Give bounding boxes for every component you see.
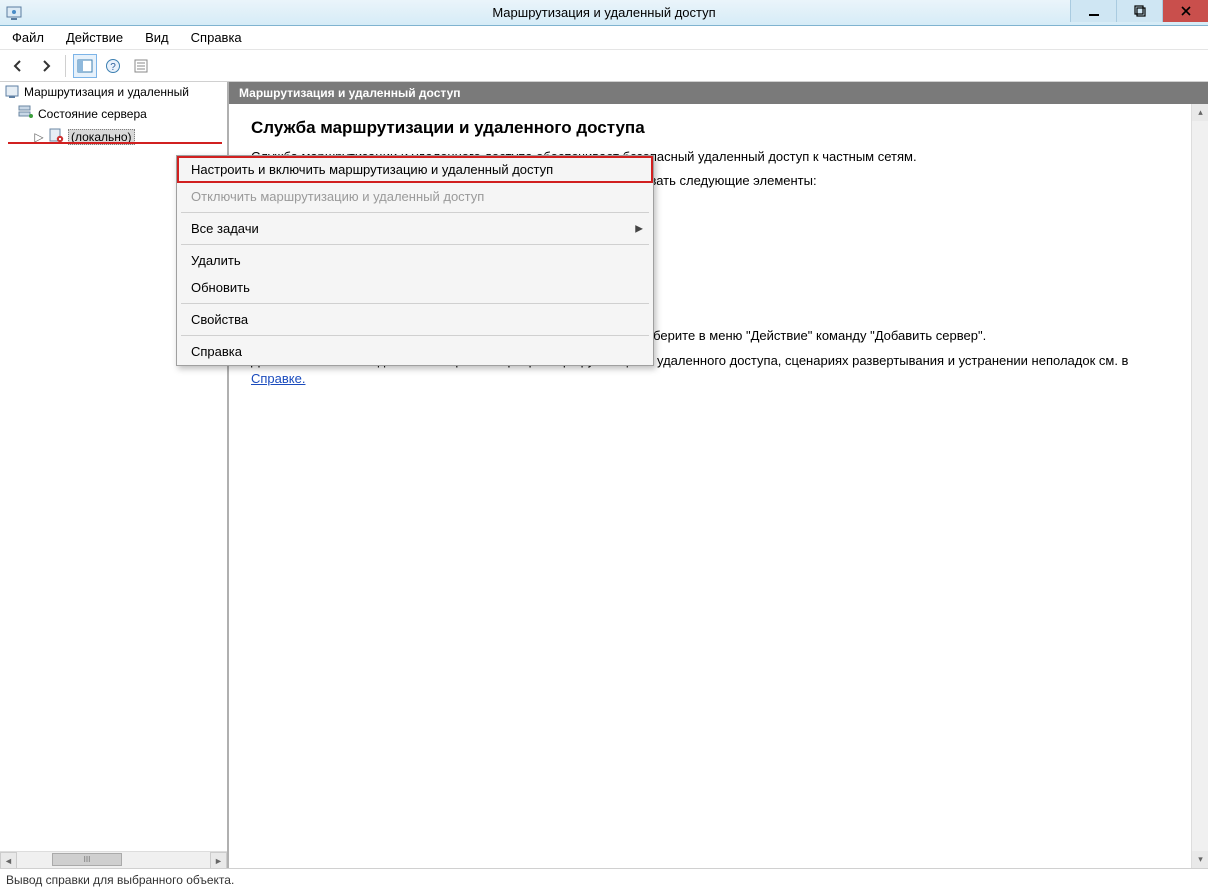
tree-node-server-status-label: Состояние сервера	[38, 107, 147, 121]
toolbar-separator	[65, 55, 66, 77]
help-button[interactable]: ?	[101, 54, 125, 78]
status-text: Вывод справки для выбранного объекта.	[6, 873, 234, 887]
menu-action[interactable]: Действие	[62, 28, 127, 47]
close-button[interactable]	[1162, 0, 1208, 22]
ctx-all-tasks[interactable]: Все задачи ▶	[177, 215, 653, 242]
tree-horizontal-scrollbar[interactable]: ◄ III ►	[0, 851, 227, 868]
annotation-underline	[8, 142, 222, 144]
back-button[interactable]	[6, 54, 30, 78]
app-icon	[6, 5, 22, 21]
ctx-separator	[181, 335, 649, 336]
ctx-configure-enable[interactable]: Настроить и включить маршрутизацию и уда…	[177, 156, 653, 183]
properties-button[interactable]	[129, 54, 153, 78]
status-bar: Вывод справки для выбранного объекта.	[0, 868, 1208, 890]
ctx-delete[interactable]: Удалить	[177, 247, 653, 274]
scroll-thumb[interactable]: III	[52, 853, 122, 866]
maximize-button[interactable]	[1116, 0, 1162, 22]
scroll-left-button[interactable]: ◄	[0, 852, 17, 868]
server-status-icon	[18, 104, 34, 123]
menu-help[interactable]: Справка	[187, 28, 246, 47]
window-controls	[1070, 0, 1208, 22]
ctx-properties[interactable]: Свойства	[177, 306, 653, 333]
ctx-separator	[181, 303, 649, 304]
content-vertical-scrollbar[interactable]: ▴ ▾	[1191, 104, 1208, 868]
forward-button[interactable]	[34, 54, 58, 78]
menu-view[interactable]: Вид	[141, 28, 173, 47]
tree-root-node[interactable]: Маршрутизация и удаленный	[0, 82, 227, 102]
svg-text:?: ?	[110, 62, 116, 73]
ctx-separator	[181, 244, 649, 245]
minimize-button[interactable]	[1070, 0, 1116, 22]
scroll-up-button[interactable]: ▴	[1192, 104, 1208, 121]
console-root-icon	[4, 83, 20, 102]
ctx-refresh[interactable]: Обновить	[177, 274, 653, 301]
menu-file[interactable]: Файл	[8, 28, 48, 47]
content-heading: Служба маршрутизации и удаленного доступ…	[251, 118, 1186, 138]
ctx-help[interactable]: Справка	[177, 338, 653, 365]
tree-node-server-status[interactable]: Состояние сервера	[0, 102, 227, 125]
context-menu: Настроить и включить маршрутизацию и уда…	[176, 155, 654, 366]
chevron-right-icon: ▶	[635, 223, 643, 234]
ctx-all-tasks-label: Все задачи	[191, 221, 259, 236]
menu-bar: Файл Действие Вид Справка	[0, 26, 1208, 50]
scroll-down-button[interactable]: ▾	[1192, 851, 1208, 868]
ctx-separator	[181, 212, 649, 213]
scroll-right-button[interactable]: ►	[210, 852, 227, 868]
tree-root-label: Маршрутизация и удаленный	[24, 85, 189, 99]
scroll-track[interactable]: III	[17, 852, 210, 868]
help-link[interactable]: Справке.	[251, 371, 305, 386]
tree-node-local-server[interactable]: ▷ (локально)	[0, 125, 227, 148]
window-title: Маршрутизация и удаленный доступ	[492, 5, 715, 20]
toolbar: ?	[0, 50, 1208, 82]
show-hide-tree-button[interactable]	[73, 54, 97, 78]
title-bar: Маршрутизация и удаленный доступ	[0, 0, 1208, 26]
ctx-disable: Отключить маршрутизацию и удаленный дост…	[177, 183, 653, 210]
content-header: Маршрутизация и удаленный доступ	[229, 82, 1208, 104]
